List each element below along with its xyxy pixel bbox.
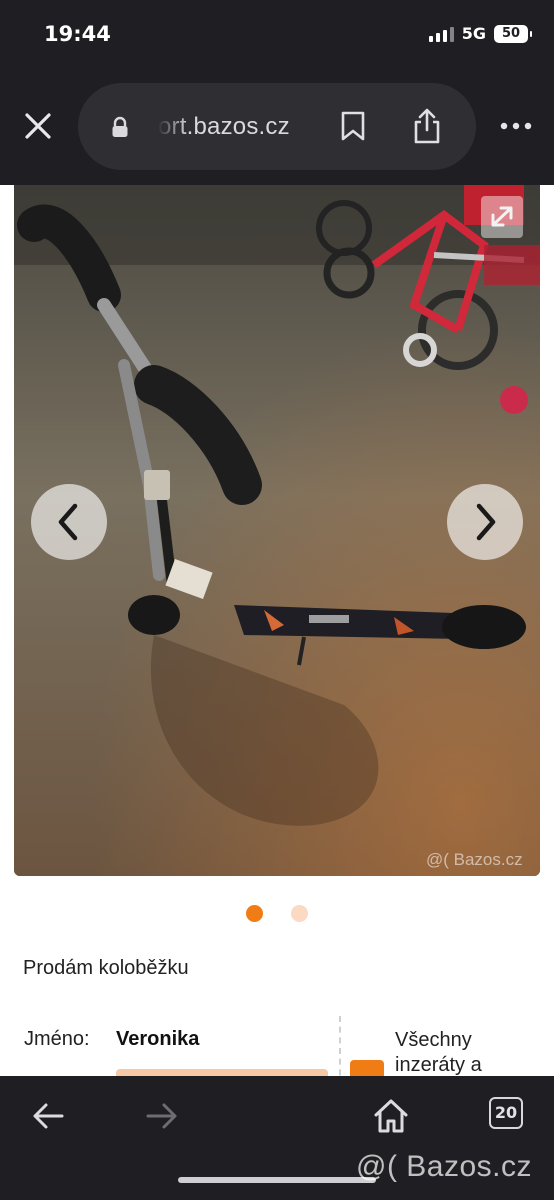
forward-arrow-icon[interactable] (142, 1096, 182, 1136)
back-arrow-icon[interactable] (28, 1096, 68, 1136)
network-type: 5G (461, 24, 486, 43)
screen: 19:44 5G 50 ort.bazos.cz @(Bazos.cz Pro… (0, 0, 554, 1200)
photo-watermark: @( Bazos.cz (426, 850, 523, 869)
gallery-dot-active[interactable] (246, 905, 263, 922)
battery-icon: 50 (494, 24, 532, 43)
all-ads-link[interactable]: Všechny inzeráty a (395, 1028, 545, 1078)
listing-title: Prodám koloběžku (23, 957, 189, 979)
expand-button[interactable] (481, 196, 523, 238)
overlay-watermark: @( Bazos.cz (356, 1150, 532, 1183)
signal-icon (428, 26, 454, 42)
more-icon[interactable] (498, 116, 534, 136)
status-time: 19:44 (44, 22, 111, 46)
seller-name-label: Jméno: (24, 1028, 90, 1050)
previous-photo-button[interactable] (31, 484, 107, 560)
share-icon[interactable] (412, 107, 442, 145)
close-icon (25, 113, 51, 139)
seller-name: Veronika (116, 1028, 200, 1050)
bookmark-icon[interactable] (340, 110, 366, 142)
home-icon[interactable] (371, 1096, 411, 1136)
browser-top-bar: 19:44 5G 50 ort.bazos.cz (0, 0, 554, 185)
gallery-pagination (246, 905, 308, 922)
expand-icon (491, 206, 513, 227)
gallery-dot[interactable] (291, 905, 308, 922)
lock-icon (112, 116, 128, 137)
status-indicators: 5G 50 (428, 24, 532, 43)
next-photo-button[interactable] (447, 484, 523, 560)
url-text: ort.bazos.cz (158, 113, 318, 141)
close-button[interactable] (22, 110, 54, 142)
tabs-icon[interactable]: 20 (489, 1097, 523, 1129)
chevron-left-icon (58, 503, 78, 541)
address-bar[interactable]: ort.bazos.cz (78, 83, 476, 170)
chevron-right-icon (476, 503, 496, 541)
home-indicator (178, 1177, 376, 1183)
